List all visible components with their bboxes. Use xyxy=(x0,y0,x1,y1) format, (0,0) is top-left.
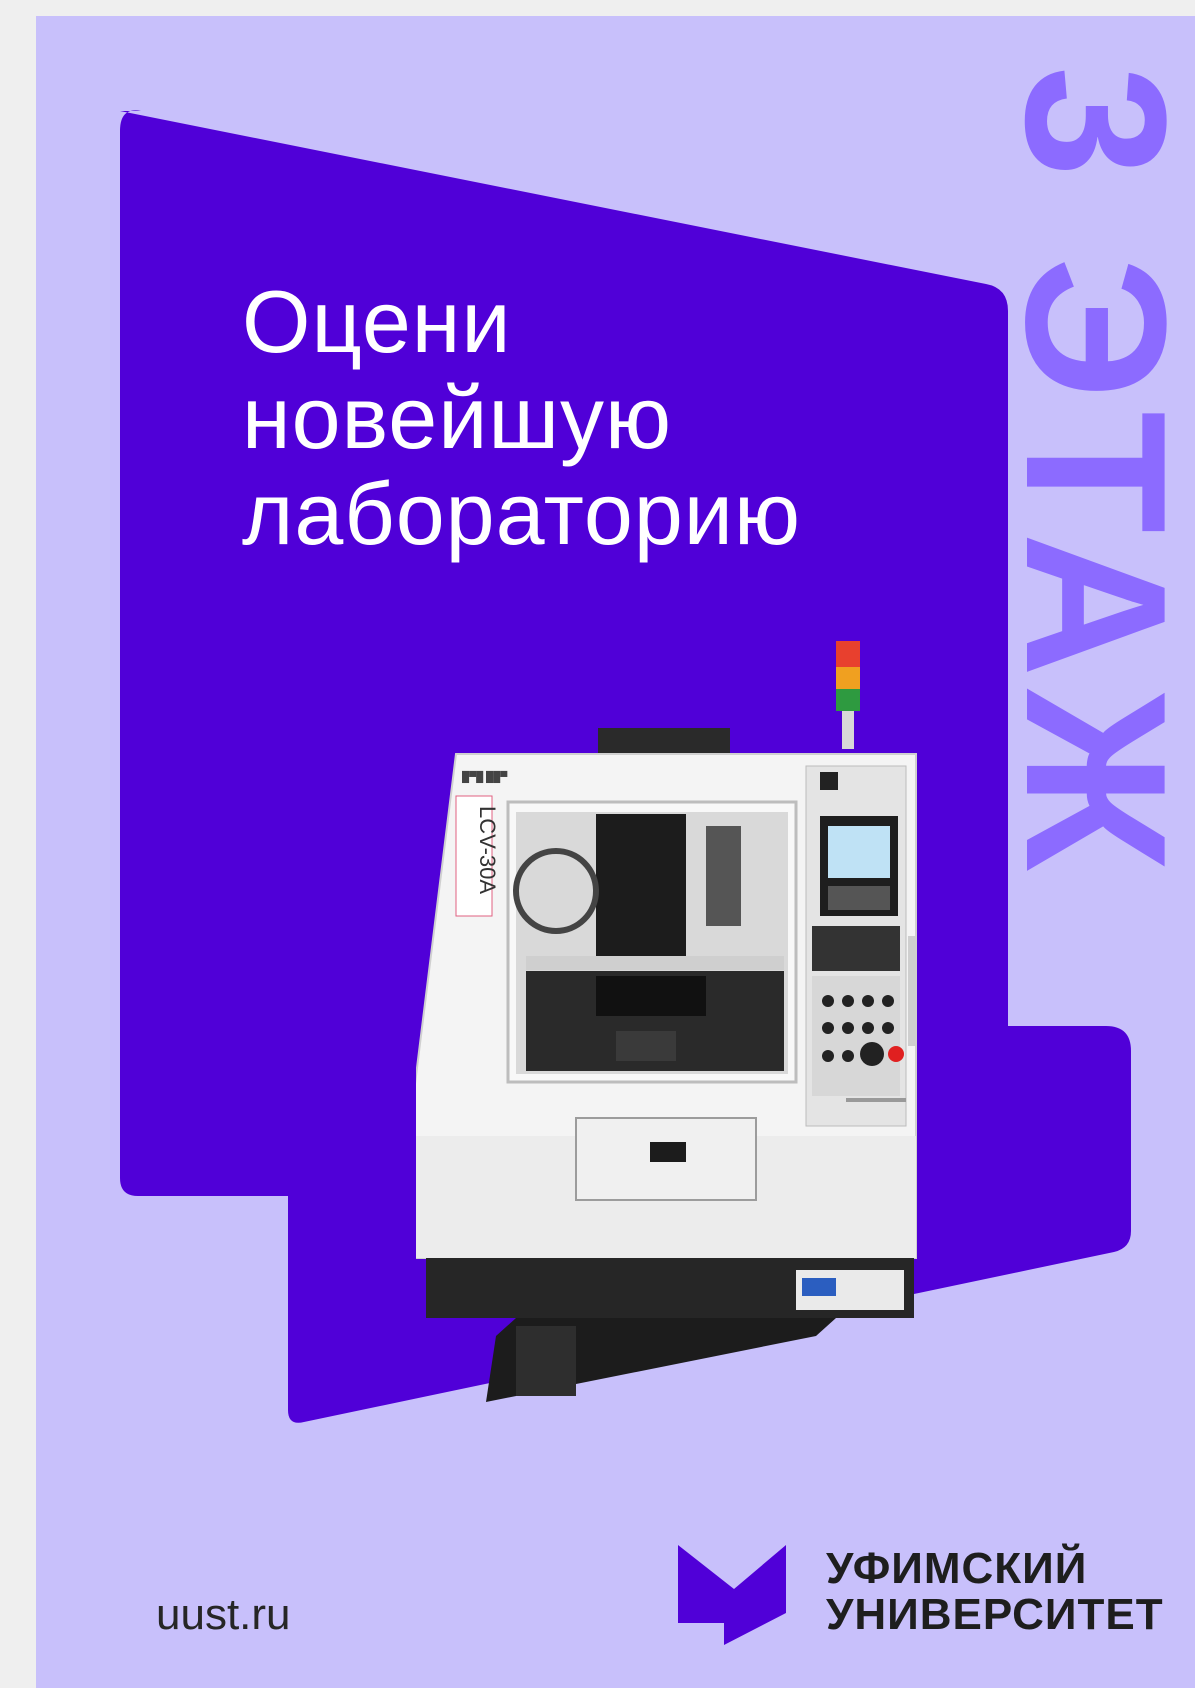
cnc-machine-icon: LCV-30A █▀█ ██▀ xyxy=(416,641,917,1402)
university-name-line-2: УНИВЕРСИТЕТ xyxy=(826,1590,1164,1639)
headline-line-2: новейшую xyxy=(242,368,672,467)
machine-model-label: LCV-30A xyxy=(475,806,500,894)
poster: 3 ЭТАЖ Оцени новейшую лабораторию LCV-30… xyxy=(36,16,1195,1688)
site-url[interactable]: uust.ru xyxy=(156,1590,291,1640)
floor-label: 3 ЭТАЖ xyxy=(984,66,1195,882)
university-name: УФИМСКИЙ УНИВЕРСИТЕТ xyxy=(826,1546,1164,1638)
headline: Оцени новейшую лабораторию xyxy=(242,274,942,562)
university-logo-icon xyxy=(678,1545,786,1645)
svg-text:█▀█ ██▀: █▀█ ██▀ xyxy=(462,770,508,784)
university-name-line-1: УФИМСКИЙ xyxy=(826,1544,1088,1593)
headline-line-3: лабораторию xyxy=(242,464,801,563)
headline-line-1: Оцени xyxy=(242,272,512,371)
